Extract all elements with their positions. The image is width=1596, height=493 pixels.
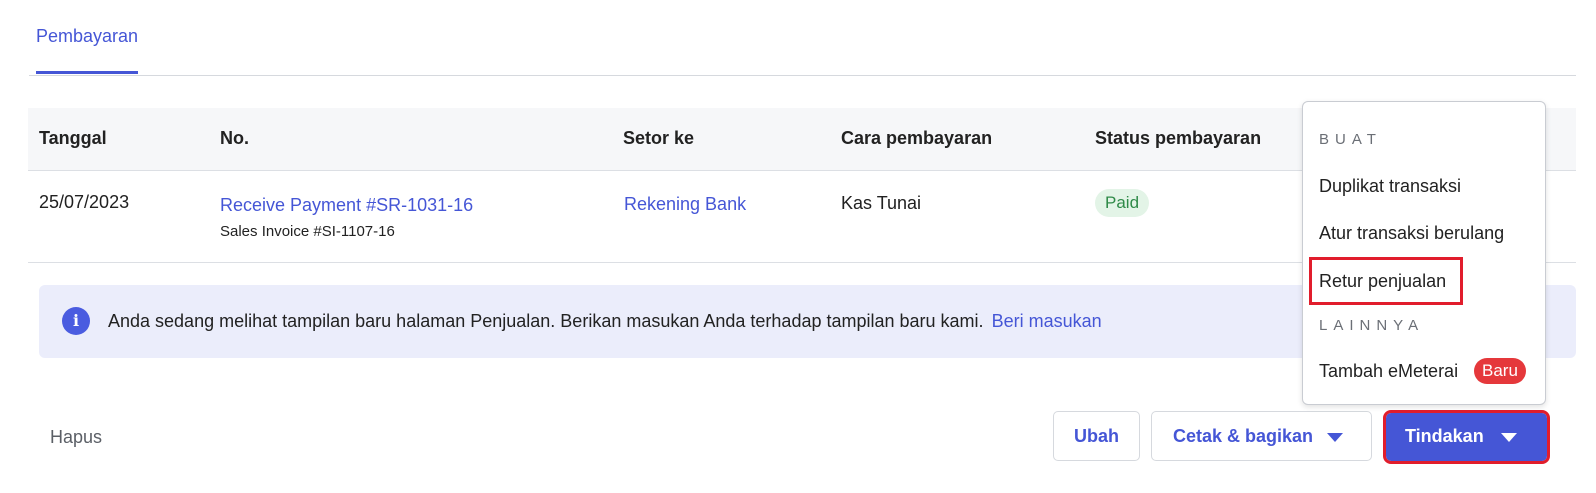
chevron-down-icon: [1327, 433, 1343, 442]
actions-label: Tindakan: [1405, 426, 1484, 446]
menu-section-other: LAINNYA: [1319, 317, 1425, 334]
delete-button[interactable]: Hapus: [50, 427, 102, 448]
menu-item-duplicate[interactable]: Duplikat transaksi: [1319, 176, 1461, 197]
info-icon: i: [62, 307, 90, 335]
payment-number-link[interactable]: Receive Payment #SR-1031-16: [220, 195, 473, 216]
invoice-reference: Sales Invoice #SI-1107-16: [220, 223, 395, 240]
tab-pembayaran[interactable]: Pembayaran: [36, 26, 139, 74]
column-header-number: No.: [220, 128, 249, 148]
column-header-status: Status pembayaran: [1095, 128, 1262, 148]
column-header-date: Tanggal: [39, 128, 107, 148]
edit-button[interactable]: Ubah: [1053, 411, 1140, 461]
banner-text: Anda sedang melihat tampilan baru halama…: [108, 311, 984, 331]
print-share-label: Cetak & bagikan: [1173, 426, 1314, 446]
new-badge: Baru: [1474, 358, 1526, 384]
menu-item-recurring[interactable]: Atur transaksi berulang: [1319, 223, 1504, 244]
menu-item-add-emeterai[interactable]: Tambah eMeterai: [1319, 361, 1458, 382]
tab-bar: Pembayaran: [29, 0, 1576, 76]
deposit-account-link[interactable]: Rekening Bank: [624, 194, 746, 215]
payment-method: Kas Tunai: [841, 193, 922, 213]
actions-button[interactable]: Tindakan: [1383, 410, 1550, 464]
banner-message: Anda sedang melihat tampilan baru halama…: [108, 311, 1102, 332]
menu-item-sales-return[interactable]: Retur penjualan: [1319, 271, 1446, 292]
payment-date: 25/07/2023: [39, 192, 130, 212]
menu-section-create: BUAT: [1319, 131, 1382, 148]
column-header-payment-method: Cara pembayaran: [841, 128, 993, 148]
column-header-deposit-to: Setor ke: [623, 128, 695, 148]
status-badge: Paid: [1095, 189, 1150, 217]
chevron-down-icon: [1501, 433, 1517, 442]
feedback-link[interactable]: Beri masukan: [992, 311, 1102, 331]
print-share-button[interactable]: Cetak & bagikan: [1151, 411, 1372, 461]
actions-dropdown-menu: BUAT Duplikat transaksi Atur transaksi b…: [1302, 101, 1546, 405]
